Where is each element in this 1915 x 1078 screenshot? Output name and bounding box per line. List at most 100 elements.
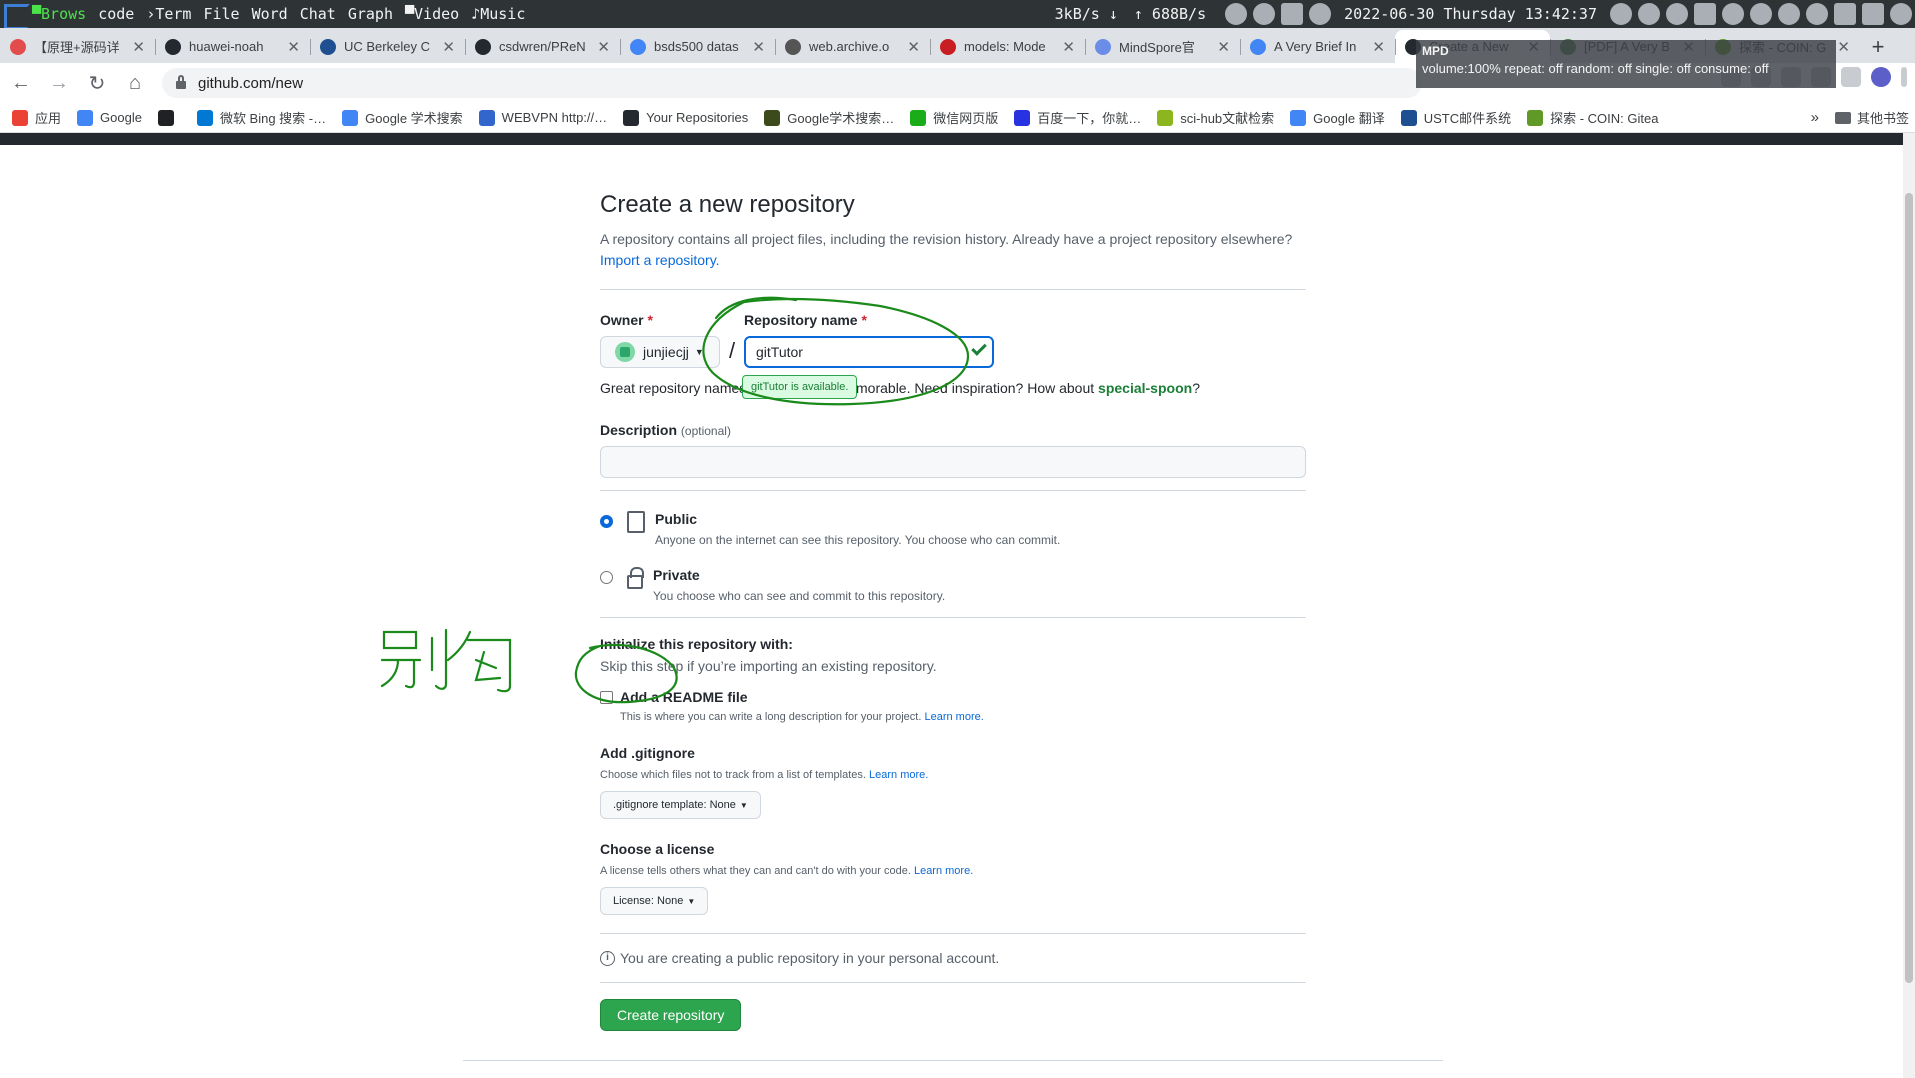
back-button[interactable]: ← xyxy=(4,66,38,100)
tab-close-icon[interactable]: ✕ xyxy=(597,38,610,56)
workspace-video[interactable]: ▀Video xyxy=(405,5,459,23)
reload-button[interactable]: ↻ xyxy=(80,66,114,100)
readme-learn-more-link[interactable]: Learn more. xyxy=(924,711,983,723)
owner-dropdown[interactable]: junjiecjj ▼ xyxy=(600,336,720,368)
browser-tab[interactable]: models: Mode ✕ xyxy=(930,30,1085,63)
workspace-brows[interactable]: ▀Brows xyxy=(32,5,86,23)
bluetooth-icon[interactable] xyxy=(1722,3,1744,25)
brightness-icon[interactable] xyxy=(1309,3,1332,25)
bookmarks-overflow-button[interactable]: » xyxy=(1811,109,1819,126)
browser-tab[interactable]: UC Berkeley C ✕ xyxy=(310,30,465,63)
bookmark-item[interactable]: 微软 Bing 搜索 -… xyxy=(196,108,326,127)
tab-title: huawei-noah xyxy=(189,39,264,54)
other-bookmarks-folder[interactable]: 其他书签 xyxy=(1834,108,1909,127)
private-radio[interactable] xyxy=(600,571,613,584)
tab-close-icon[interactable]: ✕ xyxy=(1372,38,1385,56)
bookmark-favicon-icon xyxy=(1014,109,1031,126)
tab-close-icon[interactable]: ✕ xyxy=(1837,38,1850,56)
workspace-term[interactable]: ›Term xyxy=(146,5,191,23)
keyboard-icon[interactable] xyxy=(1694,3,1716,25)
microphone-icon[interactable] xyxy=(1750,3,1772,25)
bookmark-item[interactable]: sci-hub文献检索 xyxy=(1157,108,1274,127)
workspace-graph[interactable]: Graph xyxy=(348,5,393,23)
bookmark-item[interactable]: Google 学术搜索 xyxy=(342,108,463,127)
workspace-code[interactable]: code xyxy=(98,5,134,23)
workspace-word[interactable]: Word xyxy=(252,5,288,23)
tab-close-icon[interactable]: ✕ xyxy=(132,38,145,56)
suggested-name-link[interactable]: special-spoon xyxy=(1098,380,1192,396)
bookmark-item[interactable]: 探索 - COIN: Gitea xyxy=(1527,108,1658,127)
visibility-public-option[interactable]: Public Anyone on the internet can see th… xyxy=(600,511,1306,547)
input-method-icon[interactable] xyxy=(1862,3,1884,25)
bookmark-item[interactable]: Google 翻译 xyxy=(1290,108,1385,127)
new-tab-button[interactable]: + xyxy=(1860,30,1896,63)
tab-close-icon[interactable]: ✕ xyxy=(1217,38,1230,56)
readme-checkbox[interactable] xyxy=(600,690,613,704)
bookmark-item[interactable]: 应用 xyxy=(12,108,61,127)
workspace-file[interactable]: File xyxy=(203,5,239,23)
public-radio[interactable] xyxy=(600,515,613,528)
volume-icon[interactable] xyxy=(1806,3,1828,25)
description-input[interactable] xyxy=(600,446,1306,478)
tab-close-icon[interactable]: ✕ xyxy=(752,38,765,56)
visibility-private-option[interactable]: Private You choose who can see and commi… xyxy=(600,567,1306,603)
browser-tab[interactable]: web.archive.o ✕ xyxy=(775,30,930,63)
workspace-chat[interactable]: Chat xyxy=(300,5,336,23)
browser-tab[interactable]: 【原理+源码详 ✕ xyxy=(0,30,155,63)
tray-app-icon[interactable] xyxy=(1890,3,1912,25)
media-stop-icon[interactable] xyxy=(1225,3,1248,25)
tab-close-icon[interactable]: ✕ xyxy=(442,38,455,56)
browser-tab[interactable]: csdwren/PReN ✕ xyxy=(465,30,620,63)
page-scrollbar[interactable] xyxy=(1903,133,1915,1078)
gitignore-learn-more-link[interactable]: Learn more. xyxy=(869,769,928,781)
lock-icon[interactable] xyxy=(176,75,186,89)
gitignore-template-select[interactable]: .gitignore template: None ▼ xyxy=(600,791,761,819)
browser-tab[interactable]: MindSpore官 ✕ xyxy=(1085,30,1240,63)
initialize-subtitle: Skip this step if you’re importing an ex… xyxy=(600,658,937,674)
gitignore-description: Choose which files not to track from a l… xyxy=(600,769,929,781)
bookmark-item[interactable]: USTC邮件系统 xyxy=(1400,108,1511,127)
readme-option[interactable]: Add a README file xyxy=(600,689,1306,705)
create-repository-button[interactable]: Create repository xyxy=(600,999,742,1031)
browser-tab[interactable]: huawei-noah ✕ xyxy=(155,30,310,63)
forward-button[interactable]: → xyxy=(42,66,76,100)
availability-tooltip: gitTutor is available. xyxy=(742,375,858,399)
bookmark-item[interactable]: Google xyxy=(77,109,142,126)
caret-down-icon: ▼ xyxy=(694,347,704,357)
profile-avatar[interactable] xyxy=(1871,67,1891,87)
bookmark-item[interactable]: Google学术搜索… xyxy=(764,108,894,127)
bookmark-item[interactable]: 微信网页版 xyxy=(910,108,998,127)
tab-title: models: Mode xyxy=(964,39,1046,54)
home-button[interactable]: ⌂ xyxy=(118,66,152,100)
address-bar[interactable]: github.com/new xyxy=(162,68,1422,98)
scrollbar-thumb[interactable] xyxy=(1905,193,1913,983)
bookmark-favicon-icon xyxy=(1400,109,1417,126)
tab-favicon-icon xyxy=(1250,38,1266,55)
side-panel-icon[interactable] xyxy=(1841,67,1861,87)
flame-icon[interactable] xyxy=(1666,3,1688,25)
repo-name-input[interactable] xyxy=(744,336,994,368)
speaker-icon[interactable] xyxy=(1778,3,1800,25)
bookmark-item[interactable]: WEBVPN http://… xyxy=(478,109,607,126)
tab-title: web.archive.o xyxy=(809,39,890,54)
screenshot-icon[interactable] xyxy=(1638,3,1660,25)
browser-tab[interactable]: A Very Brief In ✕ xyxy=(1240,30,1395,63)
tab-close-icon[interactable]: ✕ xyxy=(907,38,920,56)
power-icon[interactable] xyxy=(1610,3,1632,25)
menu-kebab-icon[interactable] xyxy=(1901,67,1907,87)
tab-close-icon[interactable]: ✕ xyxy=(1062,38,1075,56)
mpd-notification: MPD volume:100% repeat: off random: off … xyxy=(1416,40,1836,88)
workspace-music[interactable]: ♪Music xyxy=(471,5,525,23)
wifi-signal-icon[interactable] xyxy=(1834,3,1856,25)
network-icon[interactable] xyxy=(1253,3,1276,25)
bookmark-item[interactable]: 百度一下，你就… xyxy=(1014,108,1141,127)
bookmark-label: Google学术搜索… xyxy=(787,111,895,126)
tab-favicon-icon xyxy=(475,38,491,55)
import-repository-link[interactable]: Import a repository. xyxy=(600,252,720,268)
license-select[interactable]: License: None ▼ xyxy=(600,887,709,915)
license-learn-more-link[interactable]: Learn more. xyxy=(914,865,973,877)
bookmark-item[interactable]: Your Repositories xyxy=(623,109,748,126)
tab-close-icon[interactable]: ✕ xyxy=(287,38,300,56)
browser-tab[interactable]: bsds500 datas ✕ xyxy=(620,30,775,63)
bookmark-item[interactable] xyxy=(157,109,181,126)
